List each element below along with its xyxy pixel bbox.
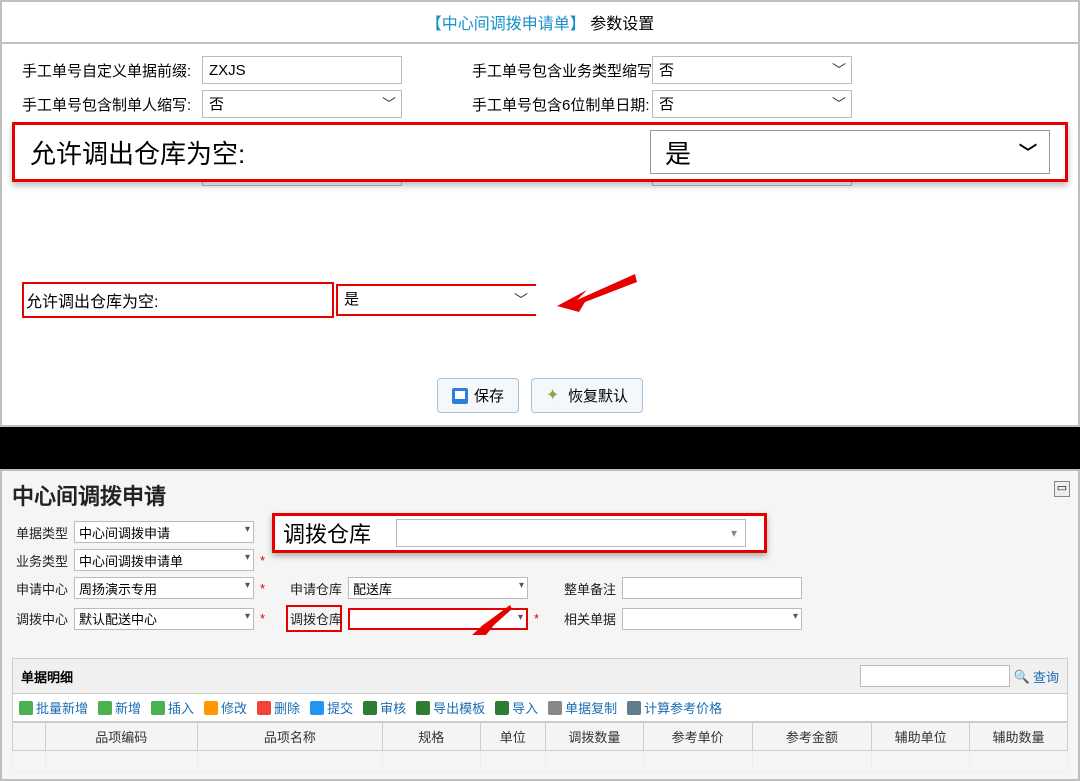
- apply-store-label: 申请仓库: [286, 579, 342, 598]
- import-button[interactable]: 导入: [495, 698, 538, 717]
- alloc-store-label: 调拨仓库: [286, 605, 342, 632]
- apply-center-field[interactable]: 周扬演示专用▾: [74, 577, 254, 599]
- excel-icon: [495, 701, 509, 715]
- alloc-center-field[interactable]: 默认配送中心▾: [74, 608, 254, 630]
- col-aux-unit[interactable]: 辅助单位: [872, 723, 970, 751]
- pencil-icon: [204, 701, 218, 715]
- submit-button[interactable]: 提交: [310, 698, 353, 717]
- search-input[interactable]: [860, 665, 1010, 687]
- divider: [0, 427, 1080, 469]
- title-rest: 参数设置: [586, 16, 654, 33]
- highlight-select[interactable]: 是 ﹀: [650, 130, 1050, 174]
- calc-icon: [627, 701, 641, 715]
- allow-empty-label: 允许调出仓库为空:: [22, 282, 334, 318]
- chevron-down-icon: ▾: [245, 611, 250, 622]
- calc-price-button[interactable]: 计算参考价格: [627, 698, 722, 717]
- chevron-down-icon: ▾: [519, 580, 524, 591]
- doc-type-field[interactable]: 中心间调拨申请▾: [74, 521, 254, 543]
- audit-button[interactable]: 审核: [363, 698, 406, 717]
- col-spec[interactable]: 规格: [382, 723, 480, 751]
- check-icon: [363, 701, 377, 715]
- restore-icon: [546, 388, 562, 404]
- detail-toolbar: 批量新增 新增 插入 修改 删除 提交 审核 导出模板 导入 单据复制 计算参考…: [12, 694, 1068, 722]
- chevron-down-icon: ﹀: [1019, 139, 1037, 165]
- add-button[interactable]: 新增: [98, 698, 141, 717]
- full-remark-label: 整单备注: [560, 579, 616, 598]
- save-button[interactable]: 保存: [437, 378, 519, 413]
- plus-icon: [98, 701, 112, 715]
- insert-button[interactable]: 插入: [151, 698, 194, 717]
- triangle-down-icon: ▾: [731, 526, 737, 540]
- insert-icon: [151, 701, 165, 715]
- save-icon: [452, 388, 468, 404]
- label-prefix: 手工单号自定义单据前缀:: [22, 60, 182, 81]
- table-header-row: 品项编码 品项名称 规格 单位 调拨数量 参考单价 参考金额 辅助单位 辅助数量: [13, 723, 1068, 751]
- edit-button[interactable]: 修改: [204, 698, 247, 717]
- col-ref-amount[interactable]: 参考金额: [752, 723, 872, 751]
- col-qty[interactable]: 调拨数量: [545, 723, 643, 751]
- highlight-label: 允许调出仓库为空:: [30, 134, 245, 171]
- table-row[interactable]: [13, 751, 1068, 773]
- export-template-button[interactable]: 导出模板: [416, 698, 485, 717]
- x-icon: [257, 701, 271, 715]
- plus-icon: [19, 701, 33, 715]
- chevron-down-icon: ▾: [245, 524, 250, 535]
- copy-icon: [548, 701, 562, 715]
- excel-icon: [416, 701, 430, 715]
- chevron-down-icon: ▾: [793, 611, 798, 622]
- delete-button[interactable]: 删除: [257, 698, 300, 717]
- search-button[interactable]: 🔍查询: [1014, 667, 1059, 686]
- biz-type-field[interactable]: 中心间调拨申请单▾: [74, 549, 254, 571]
- overlay-label: 调拨仓库: [283, 517, 371, 549]
- batch-add-button[interactable]: 批量新增: [19, 698, 88, 717]
- col-item-name[interactable]: 品项名称: [197, 723, 382, 751]
- allow-empty-select[interactable]: 是: [338, 286, 538, 314]
- close-button[interactable]: ▭: [1054, 481, 1070, 497]
- apply-store-field[interactable]: 配送库▾: [348, 577, 528, 599]
- select-biztype-abbr[interactable]: 否: [652, 56, 852, 84]
- request-panel: ▭ 中心间调拨申请 单据类型 中心间调拨申请▾ 业务类型 中心间调拨申请单▾ *…: [0, 469, 1080, 781]
- select-date6[interactable]: 否: [652, 90, 852, 118]
- input-prefix[interactable]: [202, 56, 402, 84]
- detail-title: 单据明细: [21, 667, 73, 686]
- related-doc-field[interactable]: ▾: [622, 608, 802, 630]
- label-date6: 手工单号包含6位制单日期:: [472, 94, 632, 115]
- overlay-select[interactable]: ▾: [396, 519, 746, 547]
- doc-type-label: 单据类型: [12, 523, 68, 542]
- select-user-abbr[interactable]: 否: [202, 90, 402, 118]
- detail-header: 单据明细 🔍查询: [12, 658, 1068, 694]
- page-title: 中心间调拨申请: [12, 479, 1068, 511]
- settings-panel: 【中心间调拨申请单】 参数设置 手工单号自定义单据前缀: 手工单号包含业务类型缩…: [0, 0, 1080, 427]
- col-blank: [13, 723, 46, 751]
- alloc-center-label: 调拨中心: [12, 609, 68, 628]
- related-doc-label: 相关单据: [560, 609, 616, 628]
- full-remark-field[interactable]: [622, 577, 802, 599]
- submit-icon: [310, 701, 324, 715]
- alloc-store-highlight: 调拨仓库 ▾: [272, 513, 767, 553]
- col-ref-price[interactable]: 参考单价: [643, 723, 752, 751]
- col-item-code[interactable]: 品项编码: [45, 723, 197, 751]
- copy-doc-button[interactable]: 单据复制: [548, 698, 617, 717]
- arrow-annotation: [472, 605, 512, 640]
- chevron-down-icon: ▾: [245, 580, 250, 591]
- label-user-abbr: 手工单号包含制单人缩写:: [22, 94, 182, 115]
- apply-center-label: 申请中心: [12, 579, 68, 598]
- title-bracket: 【中心间调拨申请单】: [426, 16, 586, 33]
- col-aux-qty[interactable]: 辅助数量: [970, 723, 1068, 751]
- col-unit[interactable]: 单位: [480, 723, 545, 751]
- arrow-annotation: [557, 272, 637, 312]
- label-biztype-abbr: 手工单号包含业务类型缩写:: [472, 60, 632, 81]
- restore-default-button[interactable]: 恢复默认: [531, 378, 643, 413]
- panel-title: 【中心间调拨申请单】 参数设置: [2, 2, 1078, 44]
- biz-type-label: 业务类型: [12, 551, 68, 570]
- highlight-banner: 允许调出仓库为空: 是 ﹀: [12, 122, 1068, 182]
- chevron-down-icon: ▾: [245, 552, 250, 563]
- chevron-down-icon: ▾: [518, 612, 523, 623]
- detail-table: 品项编码 品项名称 规格 单位 调拨数量 参考单价 参考金额 辅助单位 辅助数量: [12, 722, 1068, 773]
